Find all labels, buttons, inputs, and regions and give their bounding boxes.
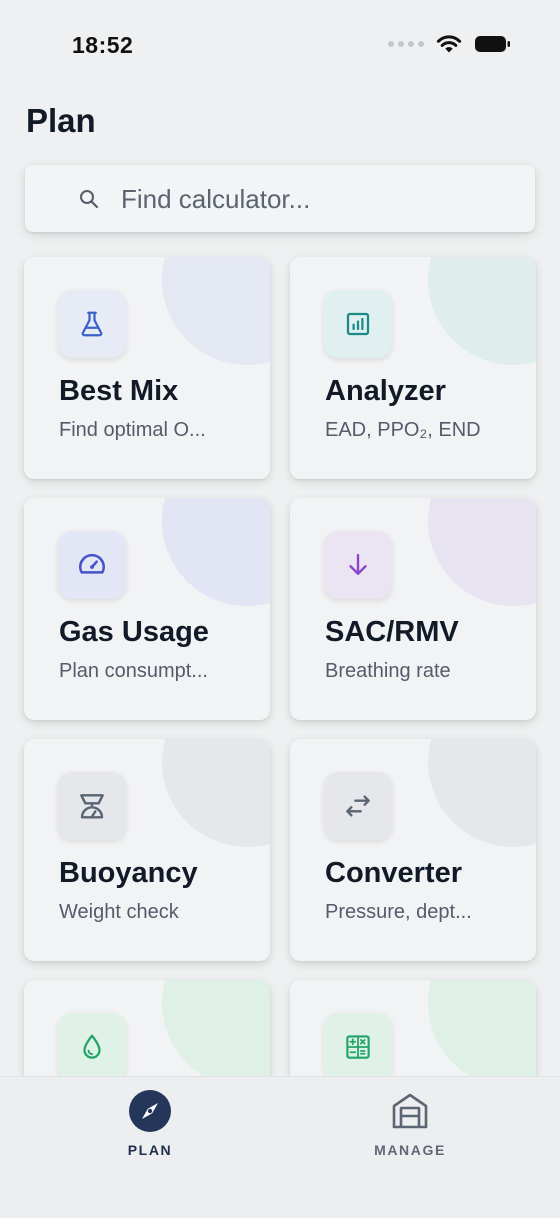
tab-plan[interactable]: PLAN — [50, 1077, 250, 1177]
card-icon-tile — [58, 772, 126, 840]
flask-icon — [81, 311, 103, 337]
card-subtitle: Breathing rate — [325, 660, 451, 682]
card-sac-rmv[interactable]: SAC/RMV Breathing rate — [290, 498, 536, 720]
card-icon-tile — [324, 531, 392, 599]
arrow-down-icon — [349, 553, 367, 575]
card-decoration — [162, 257, 270, 365]
card-decoration — [162, 498, 270, 606]
scale-icon — [80, 794, 104, 819]
card-decoration — [162, 980, 270, 1076]
bar-chart-icon — [346, 312, 370, 336]
card-title: Converter — [325, 857, 462, 889]
card-icon-tile — [324, 1013, 392, 1076]
card-decoration — [428, 980, 536, 1076]
card-analyzer[interactable]: Analyzer EAD, PPO₂, END — [290, 257, 536, 479]
gauge-icon — [79, 553, 105, 574]
calculator-icon — [346, 1035, 370, 1059]
card-title: SAC/RMV — [325, 616, 459, 648]
card-decoration — [428, 498, 536, 606]
swap-arrows-icon — [346, 795, 370, 817]
card-decoration — [162, 739, 270, 847]
card-converter[interactable]: Converter Pressure, dept... — [290, 739, 536, 961]
tab-label: PLAN — [127, 1142, 173, 1158]
card-title: Buoyancy — [59, 857, 198, 889]
card-gas-usage[interactable]: Gas Usage Plan consumpt... — [24, 498, 270, 720]
calculator-grid: Best Mix Find optimal O... Analyzer EAD,… — [0, 0, 560, 1076]
droplet-icon — [83, 1034, 101, 1059]
card-gas-blend[interactable] — [24, 980, 270, 1076]
card-subtitle: Find optimal O... — [59, 419, 206, 441]
card-subtitle: Weight check — [59, 901, 179, 923]
card-title: Gas Usage — [59, 616, 209, 648]
tab-manage[interactable]: MANAGE — [310, 1077, 510, 1177]
tab-bar: PLAN MANAGE — [0, 1076, 560, 1218]
card-best-mix[interactable]: Best Mix Find optimal O... — [24, 257, 270, 479]
card-icon-tile — [58, 290, 126, 358]
card-decoration — [428, 257, 536, 365]
card-icon-tile — [58, 1013, 126, 1076]
compass-icon — [128, 1089, 172, 1133]
card-icon-tile — [324, 290, 392, 358]
tab-label: MANAGE — [374, 1142, 446, 1158]
cabinet-icon — [388, 1089, 432, 1133]
card-subtitle: Pressure, dept... — [325, 901, 472, 923]
card-subtitle: Plan consumpt... — [59, 660, 208, 682]
card-subtitle: EAD, PPO₂, END — [325, 419, 481, 441]
card-title: Best Mix — [59, 375, 179, 407]
card-title: Analyzer — [325, 375, 446, 407]
card-calculator[interactable] — [290, 980, 536, 1076]
card-buoyancy[interactable]: Buoyancy Weight check — [24, 739, 270, 961]
card-icon-tile — [58, 531, 126, 599]
card-icon-tile — [324, 772, 392, 840]
card-decoration — [428, 739, 536, 847]
